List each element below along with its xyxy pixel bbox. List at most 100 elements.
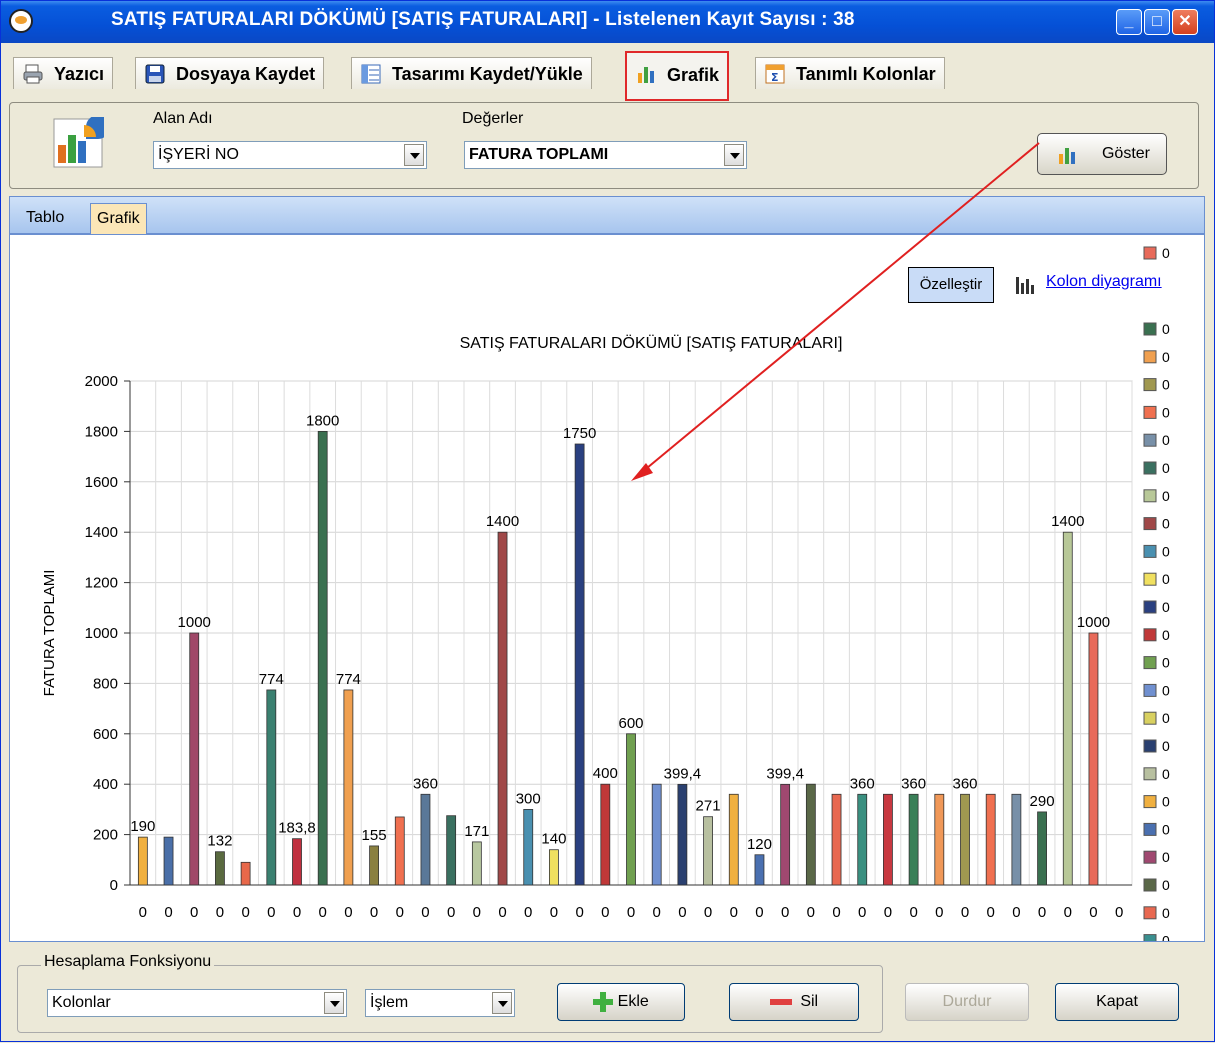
bar: [677, 783, 688, 886]
close-dialog-button[interactable]: Kapat: [1055, 983, 1179, 1021]
data-label: 183,8: [278, 820, 316, 837]
data-label: 600: [618, 715, 643, 732]
bar: [292, 838, 302, 886]
bar: [369, 845, 379, 886]
x-tick-label: 0: [319, 904, 327, 921]
x-tick-label: 0: [627, 904, 635, 921]
x-tick-label: 0: [190, 904, 198, 921]
tab-table[interactable]: Tablo: [20, 203, 70, 235]
toolbar: Yazıcı Dosyaya Kaydet Tasarımı Kaydet/Yü…: [9, 51, 1209, 101]
y-axis-label: FATURA TOPLAMI: [41, 570, 58, 697]
chart-tab-label: Grafik: [667, 65, 720, 85]
legend-swatch: [1143, 628, 1157, 642]
save-load-design-button[interactable]: Tasarımı Kaydet/Yükle: [351, 57, 592, 89]
printer-button[interactable]: Yazıcı: [13, 57, 114, 89]
defined-columns-button[interactable]: Σ Tanımlı Kolonlar: [755, 57, 945, 89]
maximize-button[interactable]: □: [1144, 9, 1170, 35]
x-tick-label: 0: [550, 904, 558, 921]
data-label: 300: [516, 790, 541, 807]
bar: [574, 443, 585, 886]
legend-label: 0: [1162, 571, 1170, 587]
minus-icon: [769, 998, 792, 1005]
data-label: 1000: [178, 614, 211, 631]
data-label: 190: [130, 818, 155, 835]
chart-type-link[interactable]: Kolon diyagramı: [1046, 273, 1162, 291]
legend-label: 0: [1162, 516, 1170, 532]
filter-panel: Alan Adı İŞYERİ NO Değerler FATURA TOPLA…: [9, 102, 1199, 189]
legend-label: 0: [1162, 599, 1170, 615]
minimize-button[interactable]: _: [1116, 9, 1142, 35]
chevron-down-icon[interactable]: [324, 992, 344, 1014]
bar: [1037, 811, 1047, 886]
data-label: 1750: [563, 425, 596, 442]
legend-label: 0: [1162, 543, 1170, 559]
chevron-down-icon[interactable]: [724, 144, 744, 166]
legend-swatch: [1143, 934, 1157, 941]
legend-swatch: [1143, 322, 1157, 336]
x-tick-label: 0: [755, 904, 763, 921]
stop-button[interactable]: Durdur: [905, 983, 1029, 1021]
bar: [934, 793, 945, 886]
x-tick-label: 0: [370, 904, 378, 921]
legend-label: 0: [1162, 460, 1170, 476]
bar: [1011, 793, 1022, 886]
legend-label: 0: [1162, 849, 1170, 865]
legend-label: 0: [1162, 432, 1170, 448]
y-tick-label: 1000: [85, 625, 118, 642]
bar: [651, 783, 662, 886]
chart-tab-button[interactable]: Grafik: [625, 51, 730, 101]
bar: [420, 793, 431, 886]
x-tick-label: 0: [216, 904, 224, 921]
add-button[interactable]: Ekle: [557, 983, 685, 1021]
tab-chart[interactable]: Grafik: [90, 203, 147, 235]
title-bar[interactable]: SATIŞ FATURALARI DÖKÜMÜ [SATIŞ FATURALAR…: [1, 1, 1214, 43]
legend-label: 0: [1162, 794, 1170, 810]
show-button-label: Göster: [1101, 145, 1150, 162]
bar: [1062, 531, 1073, 886]
legend-swatch: [1143, 517, 1157, 531]
show-button[interactable]: Göster: [1037, 133, 1167, 175]
x-tick-label: 0: [344, 904, 352, 921]
bar: [266, 689, 277, 886]
data-label: 155: [362, 827, 387, 844]
chevron-down-icon[interactable]: [492, 992, 512, 1014]
legend-swatch: [1143, 739, 1157, 753]
legend-label: 0: [1162, 710, 1170, 726]
y-tick-label: 800: [93, 675, 118, 692]
bar: [137, 836, 148, 886]
chart-title: SATIŞ FATURALARI DÖKÜMÜ [SATIŞ FATURALAR…: [460, 334, 843, 352]
legend-label: 0: [1162, 404, 1170, 420]
x-tick-label: 0: [601, 904, 609, 921]
data-label: 400: [593, 765, 618, 782]
bar: [883, 793, 893, 886]
data-label: 132: [207, 833, 232, 850]
bar: [471, 841, 482, 886]
save-to-file-button[interactable]: Dosyaya Kaydet: [135, 57, 325, 89]
x-tick-label: 0: [935, 904, 943, 921]
operation-select[interactable]: İşlem: [365, 989, 515, 1017]
field-name-label: Alan Adı: [153, 110, 213, 127]
close-button[interactable]: ✕: [1172, 9, 1198, 35]
field-name-value: İŞYERİ NO: [158, 146, 239, 163]
bar-chart-icon: [638, 67, 654, 83]
function-select[interactable]: Kolonlar: [47, 989, 347, 1017]
field-name-select[interactable]: İŞYERİ NO: [153, 141, 427, 169]
data-label: 360: [952, 775, 977, 792]
data-label: 360: [413, 775, 438, 792]
chevron-down-icon[interactable]: [404, 144, 424, 166]
plus-icon: [593, 991, 614, 1012]
x-tick-label: 0: [1038, 904, 1046, 921]
data-label: 1000: [1077, 614, 1110, 631]
y-tick-label: 400: [93, 776, 118, 793]
data-label: 290: [1030, 793, 1055, 810]
values-select[interactable]: FATURA TOPLAMI: [464, 141, 747, 169]
delete-button[interactable]: Sil: [729, 983, 859, 1021]
app-icon[interactable]: [9, 9, 33, 33]
legend-swatch: [1143, 878, 1157, 892]
data-label: 271: [696, 798, 721, 815]
bar: [703, 816, 713, 886]
y-tick-label: 0: [110, 877, 118, 894]
legend-label: 0: [1162, 821, 1170, 837]
customize-button[interactable]: Özelleştir: [908, 267, 994, 303]
legend-swatch: [1143, 350, 1157, 364]
